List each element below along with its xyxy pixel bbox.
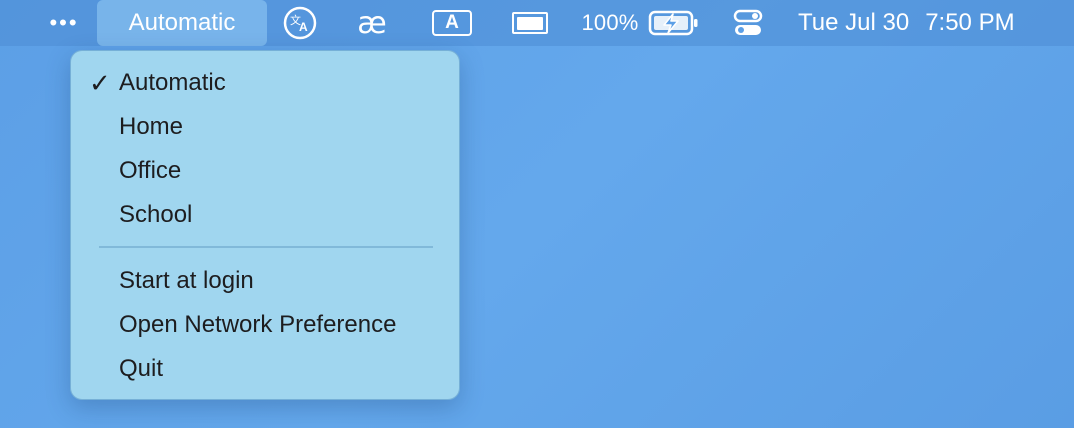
- time-text: 7:50 PM: [925, 9, 1015, 36]
- menu-item-label: School: [119, 201, 193, 228]
- input-source-icon[interactable]: A: [430, 0, 474, 46]
- menu-item-start-at-login[interactable]: Start at login: [71, 261, 461, 301]
- menu-item-automatic[interactable]: ✓ Automatic: [71, 63, 461, 103]
- menu-item-quit[interactable]: Quit: [71, 349, 461, 389]
- checkmark-icon: ✓: [89, 67, 111, 98]
- menu-item-label: Office: [119, 157, 182, 184]
- menu-item-label: Quit: [119, 355, 164, 382]
- menu-item-label: Start at login: [119, 267, 254, 294]
- menu-bar: ••• Automatic 文 A æ A 100% Tue Jul 30 7:…: [0, 0, 1074, 46]
- more-icon[interactable]: •••: [44, 0, 84, 46]
- battery-charging-icon[interactable]: [646, 0, 702, 46]
- svg-text:A: A: [299, 20, 308, 34]
- menu-item-label: Home: [119, 113, 184, 140]
- control-center-icon[interactable]: [728, 0, 768, 46]
- menu-item-school[interactable]: School: [71, 195, 461, 235]
- clock[interactable]: Tue Jul 30 7:50 PM: [798, 0, 1042, 46]
- menu-item-label: Open Network Preference: [119, 311, 397, 338]
- menu-item-office[interactable]: Office: [71, 151, 461, 191]
- network-location-menu-button[interactable]: Automatic: [97, 0, 267, 46]
- menu-item-open-network-preference[interactable]: Open Network Preference: [71, 305, 461, 345]
- battery-percent: 100%: [581, 10, 639, 35]
- display-icon[interactable]: [508, 0, 552, 46]
- menu-item-label: Automatic: [119, 69, 226, 96]
- date-text: Tue Jul 30: [798, 9, 910, 36]
- ae-ligature-icon[interactable]: æ: [350, 0, 394, 46]
- input-source-label: A: [432, 10, 472, 36]
- network-location-dropdown: ✓ Automatic Home Office School Start at …: [70, 50, 460, 400]
- translate-icon[interactable]: 文 A: [280, 0, 320, 46]
- menu-item-home[interactable]: Home: [71, 107, 461, 147]
- menu-separator: [99, 246, 433, 248]
